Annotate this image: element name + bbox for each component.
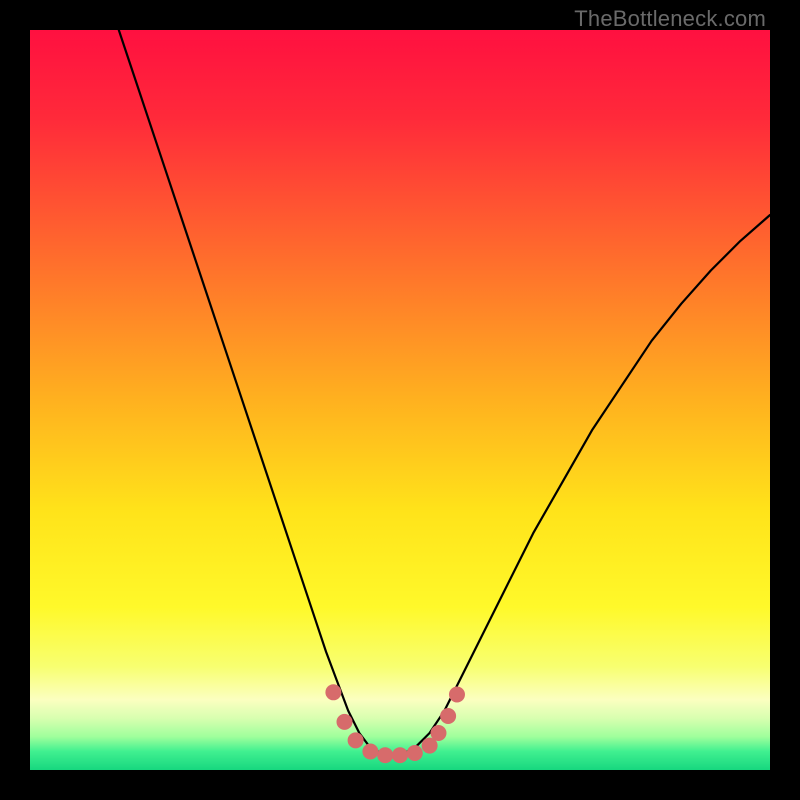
trough-markers xyxy=(325,684,465,763)
trough-marker xyxy=(449,687,465,703)
trough-marker xyxy=(440,708,456,724)
trough-marker xyxy=(392,747,408,763)
trough-marker xyxy=(337,714,353,730)
curve-layer xyxy=(30,30,770,770)
trough-marker xyxy=(377,747,393,763)
trough-marker xyxy=(430,725,446,741)
watermark-text: TheBottleneck.com xyxy=(574,6,766,32)
chart-stage: TheBottleneck.com xyxy=(0,0,800,800)
trough-marker xyxy=(407,745,423,761)
trough-marker xyxy=(325,684,341,700)
trough-marker xyxy=(348,732,364,748)
trough-marker xyxy=(362,744,378,760)
plot-area xyxy=(30,30,770,770)
bottleneck-curve xyxy=(119,30,770,755)
